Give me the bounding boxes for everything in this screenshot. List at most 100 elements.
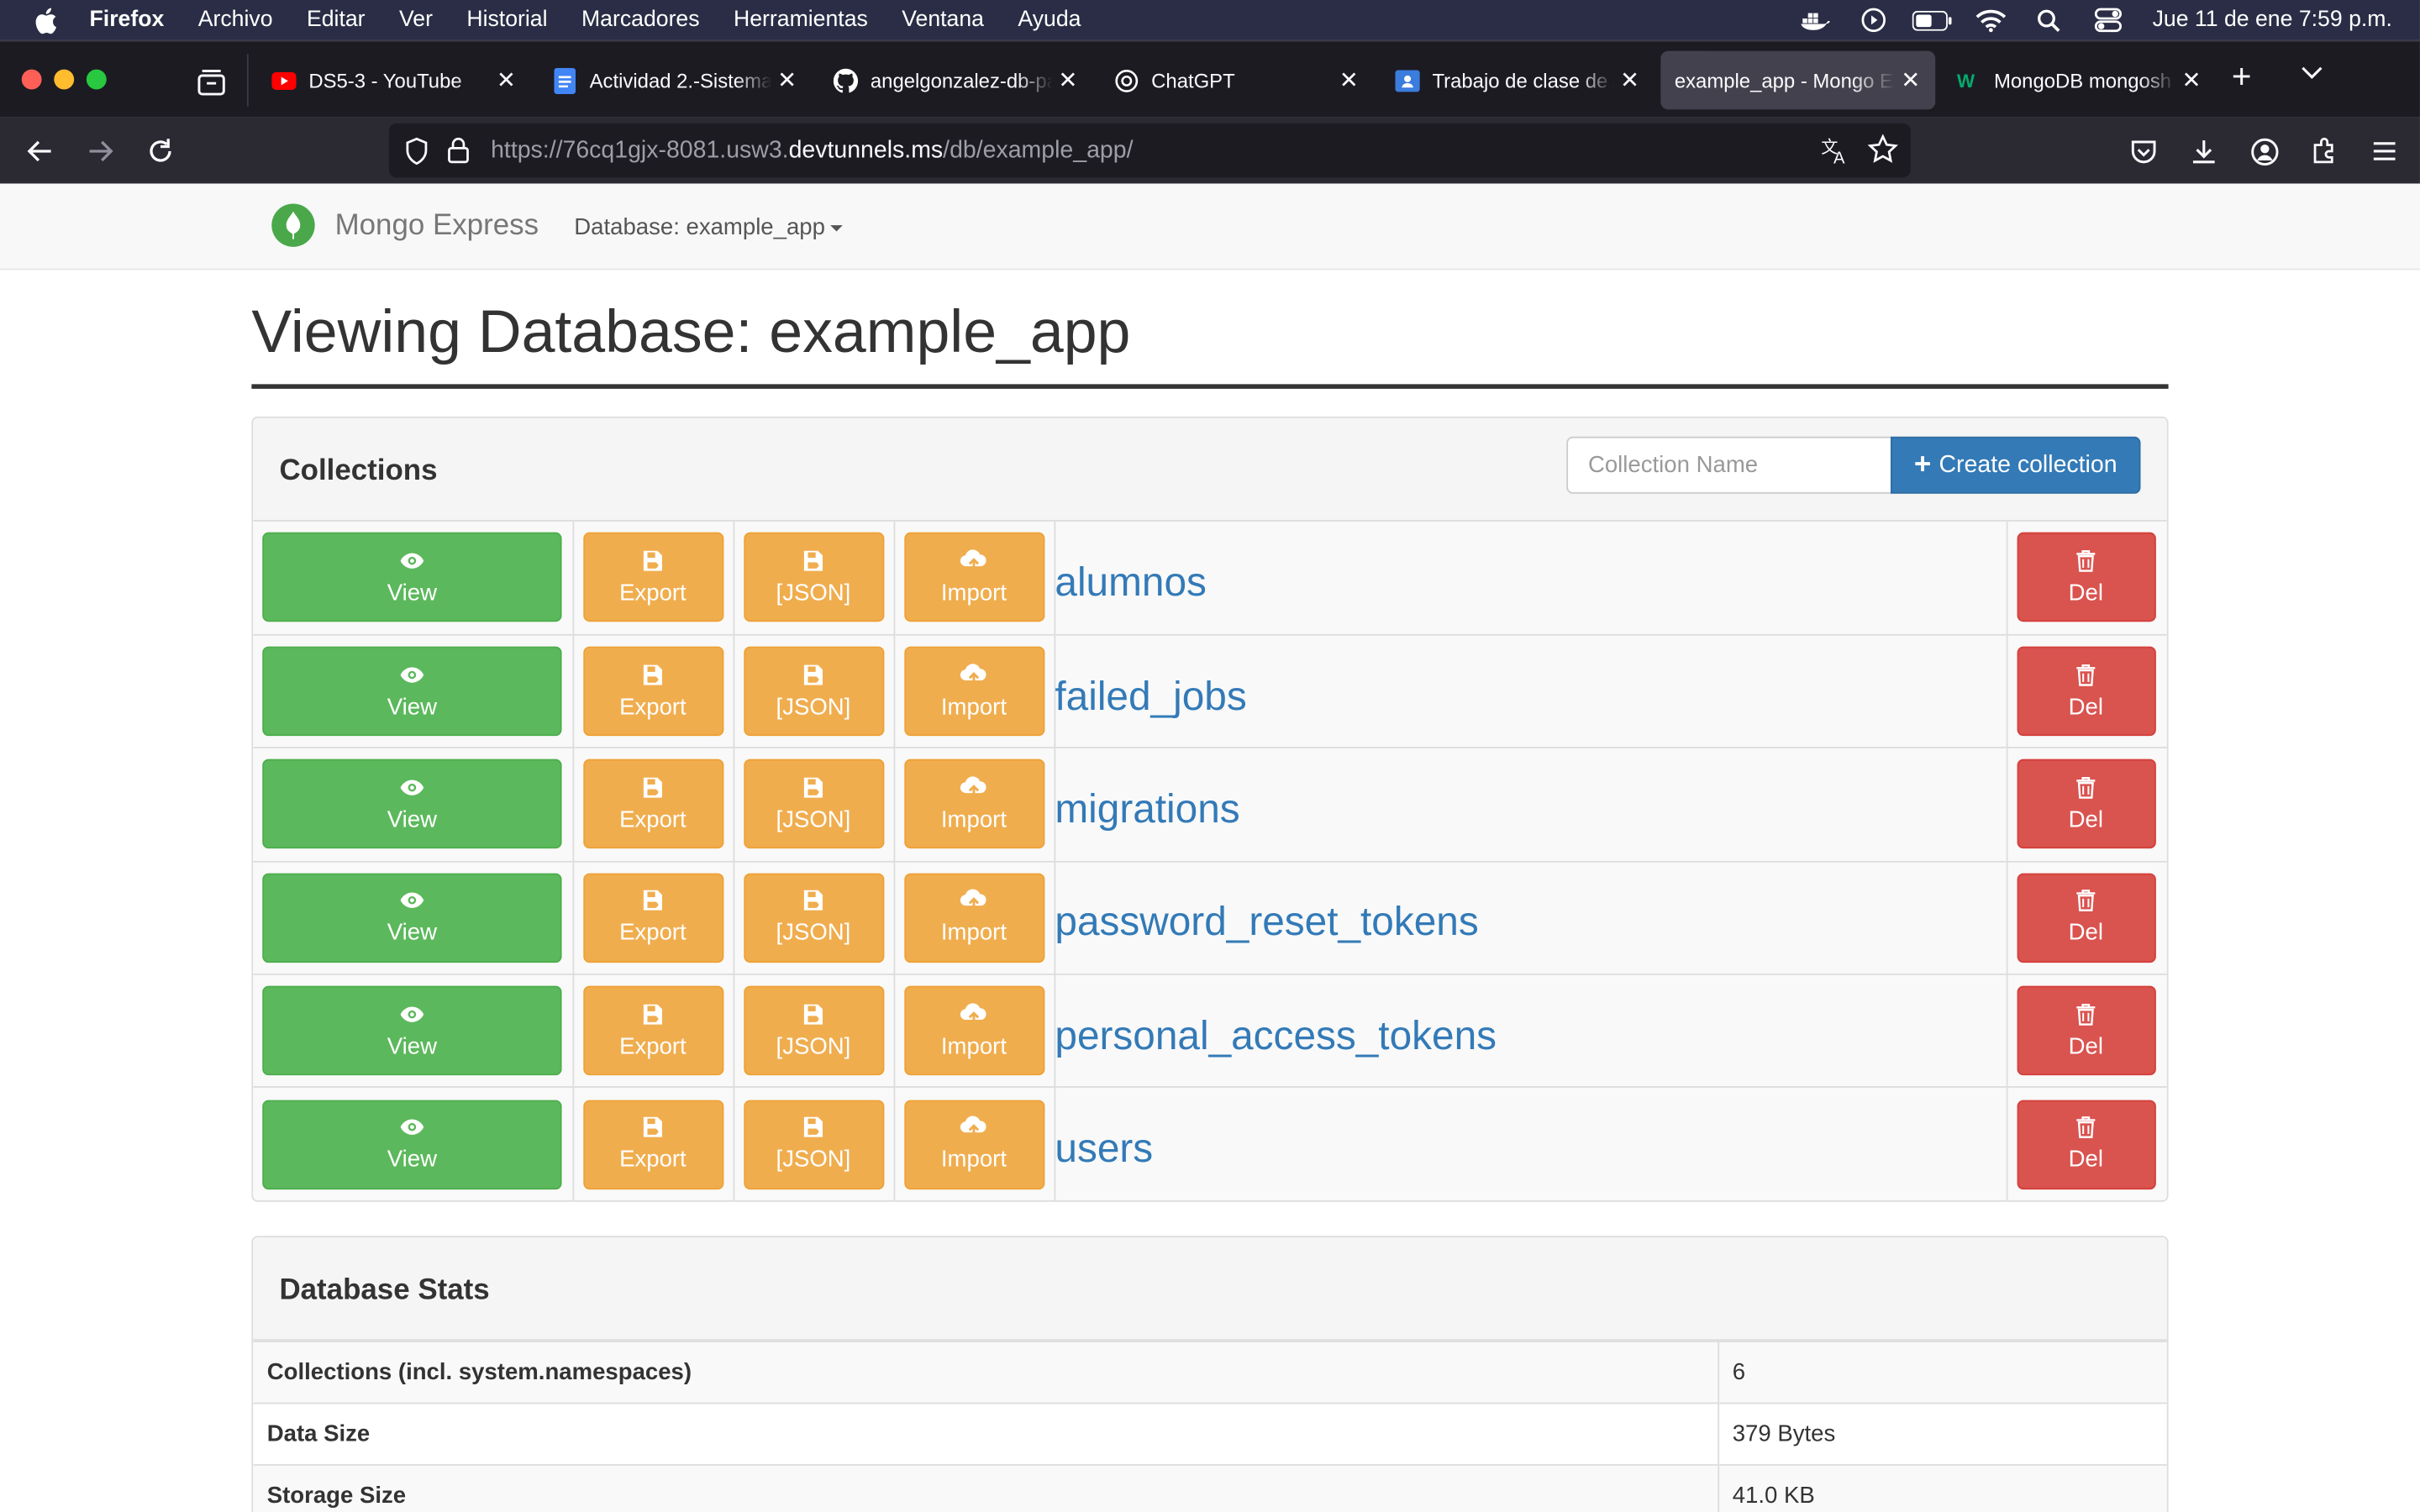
play-circle-icon[interactable] [1850,0,1897,40]
export-json-button[interactable]: [JSON] [743,759,884,850]
menu-herramientas[interactable]: Herramientas [734,8,868,32]
minimize-window-button[interactable] [54,69,75,90]
menu-ver[interactable]: Ver [399,8,433,32]
tab-chatgpt[interactable]: ChatGPT ✕ [1096,51,1374,110]
close-tab-icon[interactable]: ✕ [771,65,802,96]
import-button[interactable]: Import [903,1099,1044,1189]
docker-icon[interactable] [1791,0,1838,40]
export-button[interactable]: Export [582,759,723,850]
delete-button[interactable]: Del [2016,1099,2155,1189]
caret-down-icon [829,225,843,232]
view-button[interactable]: View [262,1099,562,1189]
tracking-protection-shield-icon[interactable] [402,136,433,165]
clock[interactable]: Jue 11 de ene 7:59 p.m. [2153,8,2392,32]
close-window-button[interactable] [21,69,42,90]
collection-link[interactable]: password_reset_tokens [1055,899,1478,947]
firefox-view-icon[interactable] [192,63,232,100]
view-button[interactable]: View [262,759,562,850]
downloads-icon[interactable] [2184,131,2224,171]
collection-link[interactable]: users [1055,1125,1153,1173]
url-bar[interactable]: https://76cq1gjx-8081.usw3.devtunnels.ms… [388,123,1911,178]
delete-button[interactable]: Del [2016,533,2155,622]
close-tab-icon[interactable]: ✕ [1053,65,1084,96]
tab-actividad[interactable]: Actividad 2.-Sistema ✕ [534,51,812,110]
account-icon[interactable] [2244,131,2285,171]
view-button[interactable]: View [262,873,562,963]
export-button[interactable]: Export [582,1099,723,1189]
back-icon[interactable] [20,131,60,171]
del-cell: Del [2005,1086,2167,1200]
hamburger-menu-icon[interactable] [2365,131,2405,171]
tab-github[interactable]: angelgonzalez-db-pa ✕ [815,51,1093,110]
menu-marcadores[interactable]: Marcadores [581,8,700,32]
delete-button[interactable]: Del [2016,646,2155,737]
new-tab-icon[interactable]: + [2232,57,2252,97]
wifi-icon[interactable] [1967,0,2013,40]
tab-mongo-express[interactable]: example_app - Mongo Ex ✕ [1660,50,1936,110]
export-json-button[interactable]: [JSON] [743,1099,884,1189]
create-collection-button[interactable]: + Create collection [1890,436,2141,494]
export-button[interactable]: Export [582,986,723,1076]
close-tab-icon[interactable]: ✕ [1895,65,1926,96]
view-button[interactable]: View [262,646,562,737]
menu-archivo[interactable]: Archivo [198,8,273,32]
extensions-icon[interactable] [2304,131,2344,171]
delete-button[interactable]: Del [2016,873,2155,963]
menu-editar[interactable]: Editar [307,8,366,32]
menu-historial[interactable]: Historial [466,8,547,32]
forward-icon[interactable] [81,131,121,171]
export-button[interactable]: Export [582,533,723,622]
pocket-icon[interactable] [2123,131,2164,171]
collection-link[interactable]: migrations [1055,785,1239,833]
close-tab-icon[interactable]: ✕ [491,65,522,96]
collection-link[interactable]: personal_access_tokens [1055,1011,1497,1059]
collection-link[interactable]: alumnos [1055,559,1207,606]
import-button[interactable]: Import [903,646,1044,737]
import-button[interactable]: Import [903,759,1044,850]
menu-app-firefox[interactable]: Firefox [90,8,165,32]
close-tab-icon[interactable]: ✕ [1614,65,1645,96]
collection-link[interactable]: failed_jobs [1055,672,1246,720]
close-tab-icon[interactable]: ✕ [1334,65,1365,96]
export-button[interactable]: Export [582,646,723,737]
view-button[interactable]: View [262,986,562,1076]
apple-icon[interactable] [34,7,61,34]
close-tab-icon[interactable]: ✕ [2176,65,2207,96]
spotlight-search-icon[interactable] [2026,0,2072,40]
lock-icon[interactable] [445,137,472,164]
reload-icon[interactable] [140,131,181,171]
brand-link[interactable]: Mongo Express [335,210,539,244]
bookmark-star-icon[interactable] [1867,134,1898,171]
json-label: [JSON] [776,693,851,720]
tab-w3schools[interactable]: W MongoDB mongosh C ✕ [1939,51,2217,110]
export-json-button[interactable]: [JSON] [743,986,884,1076]
tab-classroom[interactable]: Trabajo de clase de A ✕ [1376,51,1655,110]
import-button[interactable]: Import [903,986,1044,1076]
menu-ayuda[interactable]: Ayuda [1018,8,1081,32]
collection-name-input[interactable] [1566,436,1892,494]
mongo-leaf-logo-icon[interactable] [271,203,315,247]
export-json-button[interactable]: [JSON] [743,873,884,963]
docs-icon [553,66,577,94]
menu-ventana[interactable]: Ventana [902,8,984,32]
export-json-button[interactable]: [JSON] [743,533,884,622]
tab-youtube[interactable]: DS5-3 - YouTube ✕ [253,51,531,110]
list-all-tabs-icon[interactable] [2300,60,2324,93]
delete-button[interactable]: Del [2016,759,2155,850]
control-center-icon[interactable] [2085,0,2131,40]
database-dropdown[interactable]: Database: example_app [574,214,843,241]
view-button[interactable]: View [262,533,562,622]
export-button[interactable]: Export [582,873,723,963]
battery-icon[interactable] [1908,0,1954,40]
collection-name-cell: users [1053,1086,2007,1200]
export-icon [802,1116,824,1139]
delete-button[interactable]: Del [2016,986,2155,1076]
zoom-window-button[interactable] [86,69,107,90]
import-button[interactable]: Import [903,873,1044,963]
url-text[interactable]: https://76cq1gjx-8081.usw3.devtunnels.ms… [491,137,1133,165]
table-row: View Export [JSON] Import alumnos Del [253,521,2167,636]
export-json-button[interactable]: [JSON] [743,646,884,737]
import-button[interactable]: Import [903,533,1044,622]
json-cell: [JSON] [732,747,895,863]
translate-icon[interactable]: 文A [1821,136,1852,173]
